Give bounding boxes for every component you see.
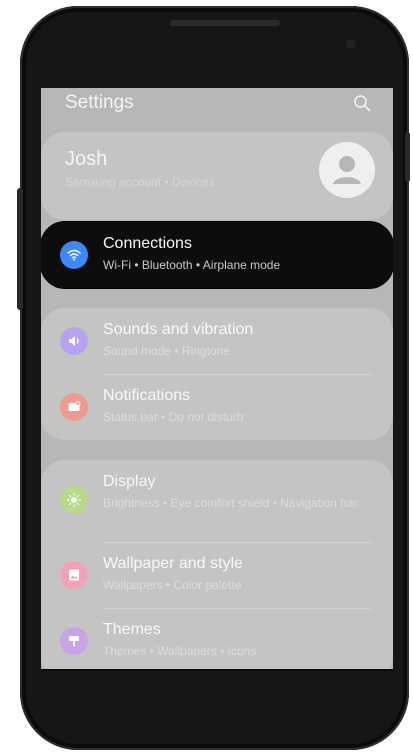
settings-item-sounds[interactable]: Sounds and vibration Sound mode • Ringto… <box>41 308 393 374</box>
wallpaper-icon <box>60 561 88 589</box>
item-subtitle: Wi-Fi • Bluetooth • Airplane mode <box>103 258 281 272</box>
wifi-icon <box>60 241 88 269</box>
settings-item-themes[interactable]: Themes Themes • Wallpapers • Icons <box>41 608 393 669</box>
power-button <box>405 132 410 182</box>
speaker-grille <box>170 20 280 26</box>
account-card[interactable]: Josh Samsung account • Devices <box>41 132 393 220</box>
sun-icon <box>60 486 88 514</box>
notification-icon <box>60 393 88 421</box>
volume-button <box>17 188 23 310</box>
screen-bottom-edge <box>41 669 393 671</box>
item-title: Notifications <box>103 387 191 404</box>
account-subtitle: Samsung account • Devices <box>65 175 215 189</box>
page-title: Settings <box>65 92 134 113</box>
settings-group: Sounds and vibration Sound mode • Ringto… <box>41 308 393 440</box>
settings-item-notifications[interactable]: Notifications Status bar • Do not distur… <box>41 374 393 440</box>
avatar[interactable] <box>319 142 375 198</box>
settings-group: Display Brightness • Eye comfort shield … <box>41 460 393 669</box>
account-name: Josh <box>65 148 108 170</box>
item-title: Sounds and vibration <box>103 321 254 338</box>
settings-item-display[interactable]: Display Brightness • Eye comfort shield … <box>41 460 393 542</box>
speaker-icon <box>60 327 88 355</box>
front-camera <box>346 39 356 49</box>
item-subtitle: Sound mode • Ringtone <box>103 344 230 358</box>
settings-item-wallpaper[interactable]: Wallpaper and style Wallpapers • Color p… <box>41 542 393 608</box>
item-subtitle: Themes • Wallpapers • Icons <box>103 644 257 658</box>
item-title: Themes <box>103 621 161 638</box>
item-title: Wallpaper and style <box>103 555 243 572</box>
person-icon <box>333 156 361 184</box>
themes-icon <box>60 627 88 655</box>
item-subtitle: Brightness • Eye comfort shield • Naviga… <box>103 496 358 510</box>
item-subtitle: Status bar • Do not disturb <box>103 410 244 424</box>
item-subtitle: Wallpapers • Color palette <box>103 578 242 592</box>
settings-item-connections[interactable]: Connections Wi-Fi • Bluetooth • Airplane… <box>41 222 393 288</box>
search-icon[interactable] <box>353 94 371 112</box>
item-title: Connections <box>103 235 192 252</box>
item-title: Display <box>103 473 156 490</box>
settings-screen: Settings Josh Samsung account • Devices … <box>41 88 393 669</box>
